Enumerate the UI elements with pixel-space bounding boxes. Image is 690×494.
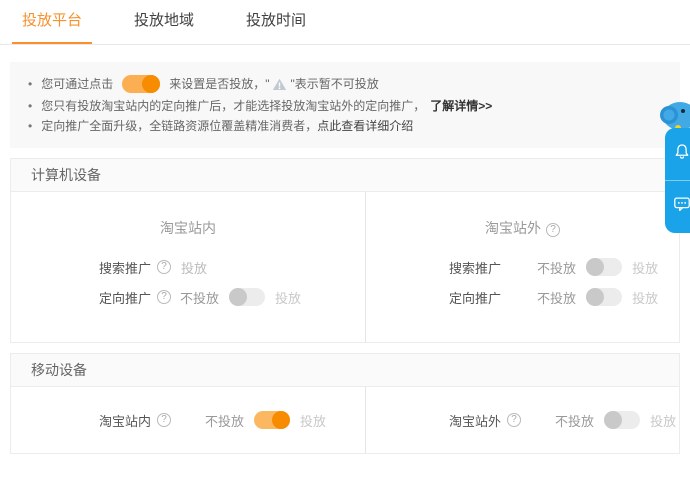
row-label: 定向推广 xyxy=(449,290,502,306)
targeting-offsite-toggle[interactable] xyxy=(586,288,623,306)
notice-line-toggle-hint: • 您可通过点击 来设置是否投放，" "表示暂不可投放 xyxy=(28,72,662,96)
row-label: 定向推广 xyxy=(99,290,152,306)
column-taobao-offsite: 淘宝站外? 搜索推广 不投放 投放 定向推广 不投放 投放 xyxy=(365,192,679,342)
mobile-offsite-toggle[interactable] xyxy=(604,411,641,429)
tab-time[interactable]: 投放时间 xyxy=(236,0,316,44)
off-label: 不投放 xyxy=(537,290,577,306)
mobile-onsite-row: 淘宝站内 ? 不投放 投放 xyxy=(11,405,365,435)
on-label: 投放 xyxy=(300,413,327,429)
help-icon[interactable]: ? xyxy=(157,413,172,427)
off-label: 不投放 xyxy=(555,413,595,429)
notice-line-upgrade: • 定向推广全面升级，全链路资源位覆盖精准消费者， 点此查看详细介绍 xyxy=(28,116,662,136)
column-header-text: 淘宝站内 xyxy=(160,220,217,236)
learn-more-link[interactable]: 了解详情>> xyxy=(430,96,492,116)
search-offsite-row: 搜索推广 不投放 投放 xyxy=(366,252,679,282)
section-title-text: 移动设备 xyxy=(31,362,87,378)
section-mobile-devices: 移动设备 淘宝站内 ? 不投放 投放 淘宝站外 ? 不投放 投放 xyxy=(10,353,680,454)
bell-icon xyxy=(673,143,690,166)
row-label: 搜索推广 xyxy=(99,260,152,276)
section-title-text: 计算机设备 xyxy=(31,167,101,183)
toggle-example-icon xyxy=(122,75,161,93)
column-header-offsite: 淘宝站外? xyxy=(366,218,679,238)
off-label: 不投放 xyxy=(205,413,245,429)
row-label: 淘宝站外 xyxy=(449,413,502,429)
notice-line-prerequisite: • 您只有投放淘宝站内的定向推广后，才能选择投放淘宝站外的定向推广， 了解详情>… xyxy=(28,96,662,116)
helper-panel xyxy=(665,128,690,233)
section-title: 移动设备 xyxy=(11,354,679,387)
detail-intro-link[interactable]: 点此查看详细介绍 xyxy=(317,116,413,136)
bullet: • xyxy=(28,77,33,91)
search-onsite-row: 搜索推广 ? 投放 xyxy=(11,252,365,282)
notice-text: 您可通过点击 xyxy=(41,77,114,91)
notice-text: 来设置是否投放，" xyxy=(169,77,270,91)
off-label: 不投放 xyxy=(180,290,220,306)
tab-region[interactable]: 投放地域 xyxy=(124,0,204,44)
mobile-offsite-row: 淘宝站外 ? 不投放 投放 xyxy=(366,405,679,435)
notifications-bell-button[interactable] xyxy=(665,128,690,180)
column-header-text: 淘宝站外 xyxy=(485,220,541,236)
search-offsite-toggle[interactable] xyxy=(586,258,623,276)
section-computer-devices: 计算机设备 淘宝站内 搜索推广 ? 投放 定向推广 ? 不投放 投放 淘宝站外 … xyxy=(10,158,680,343)
targeting-onsite-toggle[interactable] xyxy=(229,288,266,306)
feedback-chat-button[interactable] xyxy=(665,180,690,232)
notice-box: • 您可通过点击 来设置是否投放，" "表示暂不可投放 • 您只有投放淘宝站内的… xyxy=(10,62,680,148)
column-taobao-onsite: 淘宝站内 搜索推广 ? 投放 定向推广 ? 不投放 投放 xyxy=(11,192,365,342)
on-label: 投放 xyxy=(632,260,659,276)
mobile-onsite-toggle[interactable] xyxy=(254,411,291,429)
notice-text: 您只有投放淘宝站内的定向推广后，才能选择投放淘宝站外的定向推广， xyxy=(41,99,426,113)
off-label: 不投放 xyxy=(537,260,577,276)
section-title: 计算机设备 xyxy=(11,159,679,192)
bullet: • xyxy=(28,99,33,113)
mobile-onsite-col: 淘宝站内 ? 不投放 投放 xyxy=(11,387,365,453)
on-label: 投放 xyxy=(275,290,302,306)
on-label: 投放 xyxy=(650,413,677,429)
comment-icon xyxy=(673,195,690,218)
notice-text: 定向推广全面升级，全链路资源位覆盖精准消费者， xyxy=(41,119,318,133)
search-onsite-status: 投放 xyxy=(181,260,208,276)
help-icon[interactable]: ? xyxy=(507,413,522,427)
tab-bar: 投放平台 投放地域 投放时间 xyxy=(0,0,690,45)
help-icon[interactable]: ? xyxy=(157,260,172,274)
row-label: 淘宝站内 xyxy=(99,413,152,429)
targeting-onsite-row: 定向推广 ? 不投放 投放 xyxy=(11,282,365,312)
help-icon[interactable]: ? xyxy=(546,223,560,237)
bullet: • xyxy=(28,119,33,133)
warning-icon xyxy=(272,78,287,91)
help-icon[interactable]: ? xyxy=(157,290,172,304)
row-label: 搜索推广 xyxy=(449,260,502,276)
mobile-offsite-col: 淘宝站外 ? 不投放 投放 xyxy=(365,387,679,453)
notice-text: "表示暂不可投放 xyxy=(290,77,379,91)
tab-platform[interactable]: 投放平台 xyxy=(12,0,93,44)
on-label: 投放 xyxy=(632,290,659,306)
targeting-offsite-row: 定向推广 不投放 投放 xyxy=(366,282,679,312)
column-header-onsite: 淘宝站内 xyxy=(11,218,365,238)
